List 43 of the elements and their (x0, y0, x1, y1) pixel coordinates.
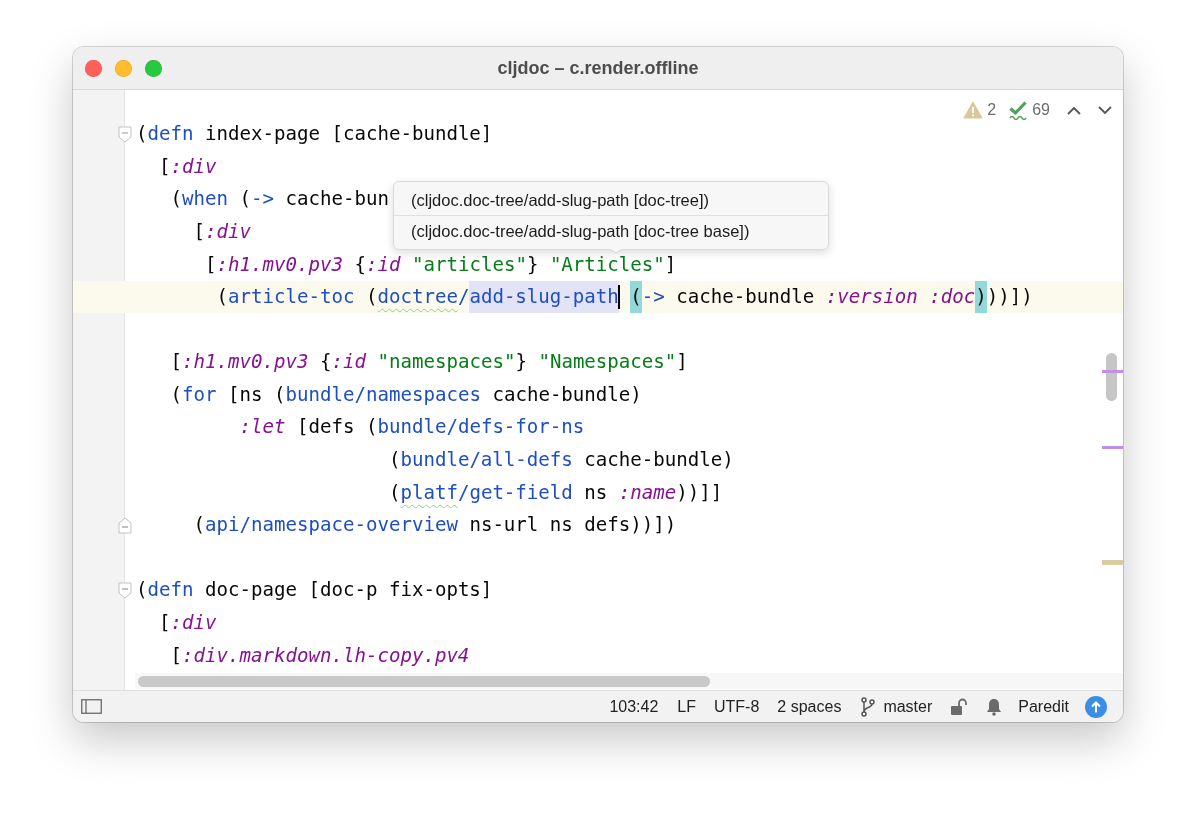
minimize-button[interactable] (115, 59, 132, 77)
warning-icon[interactable] (963, 101, 984, 119)
indent-setting[interactable]: 2 spaces (777, 697, 842, 716)
code-line: [:h1.mv0.pv3 {:id "namespaces"} "Namespaces"] (169, 351, 688, 374)
scrollbar-thumb[interactable] (1106, 353, 1117, 401)
code-line: [:div (192, 221, 251, 243)
zoom-button[interactable] (145, 59, 162, 77)
code-line: :let [defs (bundle/defs-for-ns (238, 416, 585, 439)
mode-label[interactable]: Paredit (1018, 697, 1069, 716)
code-line: (platf/get-field ns :name))]] (387, 481, 723, 504)
branch-icon[interactable] (861, 696, 876, 717)
file-encoding[interactable]: UTF-8 (714, 697, 760, 716)
code-line: (when (-> cache-bun (169, 188, 389, 211)
check-icon[interactable] (1008, 100, 1029, 120)
check-count: 69 (1032, 101, 1050, 119)
cursor-position[interactable]: 103:42 (609, 697, 659, 716)
window-title: cljdoc – c.render.offline (497, 57, 699, 79)
fold-icon[interactable] (118, 581, 132, 599)
code-line: (article-toc (doctree/add-slug-path (-> cache-bundle :version :doc)))]) (136, 280, 1033, 314)
code-line: (defn index-page [cache-bundle] (136, 123, 493, 146)
chevron-down-icon[interactable] (1098, 105, 1112, 115)
scrollbar-thumb[interactable] (138, 675, 710, 687)
code-line: (defn doc-page [doc-p fix-opts] (136, 579, 493, 602)
panel-icon[interactable] (81, 699, 102, 714)
code-line: (api/namespace-overview ns-url ns defs))]) (192, 514, 677, 537)
fold-icon[interactable] (118, 516, 132, 534)
chevron-up-icon[interactable] (1067, 105, 1081, 115)
code-line: [:div.markdown.lh-copy.pv4 (169, 644, 470, 667)
branch-name[interactable]: master (883, 697, 933, 716)
code-line: [:div (158, 611, 217, 634)
code-line: (for [ns (bundle/namespaces cache-bundle) (169, 383, 642, 406)
bell-icon[interactable] (986, 697, 1003, 716)
padlock-icon[interactable] (950, 697, 969, 716)
warning-count: 2 (987, 101, 997, 119)
code-line: [:div (158, 155, 217, 178)
line-separator[interactable]: LF (677, 697, 696, 716)
fold-icon[interactable] (118, 125, 132, 143)
parameter-hint: (cljdoc.doc-tree/add-slug-path [doc-tree base]) (394, 215, 828, 246)
parameter-hint: (cljdoc.doc-tree/add-slug-path [doc-tree]) (410, 190, 711, 211)
code-line: [:h1.mv0.pv3 {:id "articles"} "Articles"] (203, 253, 677, 276)
code-line: (bundle/all-defs cache-bundle) (387, 449, 734, 472)
close-button[interactable] (85, 59, 102, 77)
arrow-up-circle-icon[interactable] (1085, 695, 1107, 718)
